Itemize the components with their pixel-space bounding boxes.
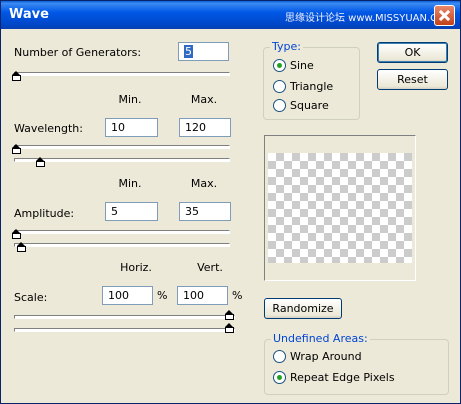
radio-icon	[273, 99, 286, 112]
wavelength-max-input[interactable]: 120	[179, 118, 231, 137]
generators-slider-thumb[interactable]	[12, 71, 21, 81]
amplitude-max-slider-thumb[interactable]	[17, 242, 26, 252]
undefined-areas-title: Undefined Areas:	[271, 332, 370, 345]
ok-button[interactable]: OK	[377, 42, 448, 63]
wavelength-min-header: Min.	[118, 93, 142, 106]
wave-dialog: Wave 思缘设计论坛 www.MISSYUAN.COM Number of G…	[0, 0, 461, 404]
undefined-option-label: Repeat Edge Pixels	[290, 371, 395, 384]
radio-icon	[273, 80, 286, 93]
type-option-label: Square	[290, 99, 329, 112]
scale-vert-unit: %	[232, 289, 243, 302]
transparency-checkerboard	[268, 153, 412, 263]
reset-button[interactable]: Reset	[377, 69, 448, 90]
title-bar[interactable]: Wave 思缘设计论坛 www.MISSYUAN.COM	[1, 1, 460, 29]
generators-slider-track[interactable]	[14, 72, 230, 76]
type-option-label: Sine	[290, 59, 314, 72]
wavelength-label: Wavelength:	[14, 122, 83, 135]
radio-selected-icon	[273, 371, 286, 384]
scale-vert-slider-thumb[interactable]	[225, 323, 234, 333]
generators-value: 5	[184, 45, 193, 58]
amplitude-min-header: Min.	[118, 177, 142, 190]
window-title: Wave	[9, 7, 49, 22]
type-option-label: Triangle	[290, 80, 334, 93]
generators-label: Number of Generators:	[14, 46, 142, 59]
wavelength-max-slider-track[interactable]	[14, 158, 230, 162]
watermark-text: 思缘设计论坛 www.MISSYUAN.COM	[285, 13, 454, 24]
wavelength-min-slider-track[interactable]	[14, 145, 230, 149]
amplitude-max-header: Max.	[190, 177, 218, 190]
wavelength-max-slider-thumb[interactable]	[36, 157, 45, 167]
scale-horiz-slider-thumb[interactable]	[225, 310, 234, 320]
randomize-button[interactable]: Randomize	[264, 298, 342, 319]
amplitude-max-input[interactable]: 35	[179, 202, 231, 221]
generators-input[interactable]: 5	[178, 42, 229, 61]
scale-vert-slider-track[interactable]	[14, 328, 235, 332]
scale-vert-input[interactable]: 100	[177, 286, 228, 305]
amplitude-min-slider-thumb[interactable]	[12, 229, 21, 239]
undefined-option-label: Wrap Around	[290, 350, 362, 363]
scale-horiz-unit: %	[157, 289, 168, 302]
undefined-areas-group: Undefined Areas:	[264, 332, 449, 395]
radio-selected-icon	[273, 59, 286, 72]
amplitude-max-slider-track[interactable]	[14, 243, 230, 247]
wave-preview	[264, 135, 416, 281]
wavelength-min-input[interactable]: 10	[105, 118, 158, 137]
amplitude-min-input[interactable]: 5	[105, 202, 158, 221]
scale-horiz-input[interactable]: 100	[102, 286, 153, 305]
wavelength-max-header: Max.	[190, 93, 218, 106]
wavelength-min-slider-thumb[interactable]	[12, 144, 21, 154]
type-group-title: Type:	[270, 40, 303, 53]
scale-label: Scale:	[14, 291, 48, 304]
amplitude-label: Amplitude:	[14, 207, 75, 220]
close-icon[interactable]	[434, 5, 455, 26]
radio-icon	[273, 350, 286, 363]
scale-vert-header: Vert.	[197, 261, 223, 274]
scale-horiz-header: Horiz.	[120, 261, 152, 274]
scale-horiz-slider-track[interactable]	[14, 315, 235, 319]
amplitude-min-slider-track[interactable]	[14, 230, 230, 234]
